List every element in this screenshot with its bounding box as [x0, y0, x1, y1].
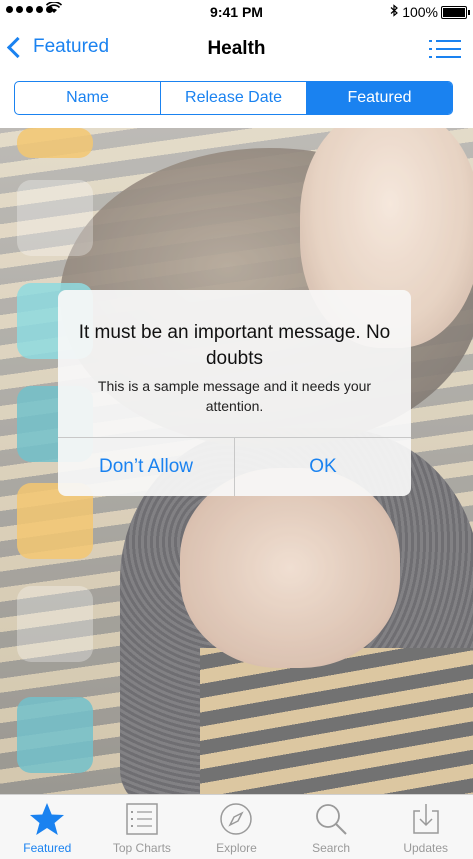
tab-featured[interactable]: Featured — [0, 795, 95, 859]
segment-name[interactable]: Name — [15, 82, 161, 114]
status-bar: 9:41 PM 100% — [0, 0, 473, 24]
download-icon — [408, 801, 444, 837]
battery-percent: 100% — [402, 4, 438, 20]
tab-label: Top Charts — [112, 841, 171, 855]
tab-explore[interactable]: Explore — [189, 795, 284, 859]
star-icon — [29, 801, 65, 837]
alert-dialog: It must be an important message. No doub… — [58, 290, 411, 496]
list-icon — [124, 801, 160, 837]
tab-updates[interactable]: Updates — [378, 795, 473, 859]
ok-button[interactable]: OK — [235, 438, 411, 496]
search-icon — [313, 801, 349, 837]
segment-release-date[interactable]: Release Date — [161, 82, 307, 114]
tab-label: Updates — [403, 841, 449, 855]
battery-icon — [441, 5, 470, 19]
sort-segmented-control: Name Release Date Featured — [14, 81, 453, 115]
list-menu-icon[interactable] — [429, 40, 461, 60]
tab-label: Search — [312, 841, 351, 855]
bluetooth-icon — [390, 4, 399, 20]
compass-icon — [218, 801, 254, 837]
page-title: Health — [207, 38, 266, 59]
tab-bar: Featured Top Charts Explore Search Updat… — [0, 794, 473, 859]
alert-message: This is a sample message and it needs yo… — [97, 378, 372, 414]
alert-title: It must be an important message. No doub… — [78, 322, 391, 369]
tab-label: Featured — [23, 841, 72, 855]
navigation-bar: Featured Health — [0, 24, 473, 74]
dont-allow-button[interactable]: Don’t Allow — [58, 438, 235, 496]
segment-featured[interactable]: Featured — [307, 82, 452, 114]
tab-label: Explore — [216, 841, 257, 855]
tab-top-charts[interactable]: Top Charts — [95, 795, 190, 859]
tab-search[interactable]: Search — [284, 795, 379, 859]
